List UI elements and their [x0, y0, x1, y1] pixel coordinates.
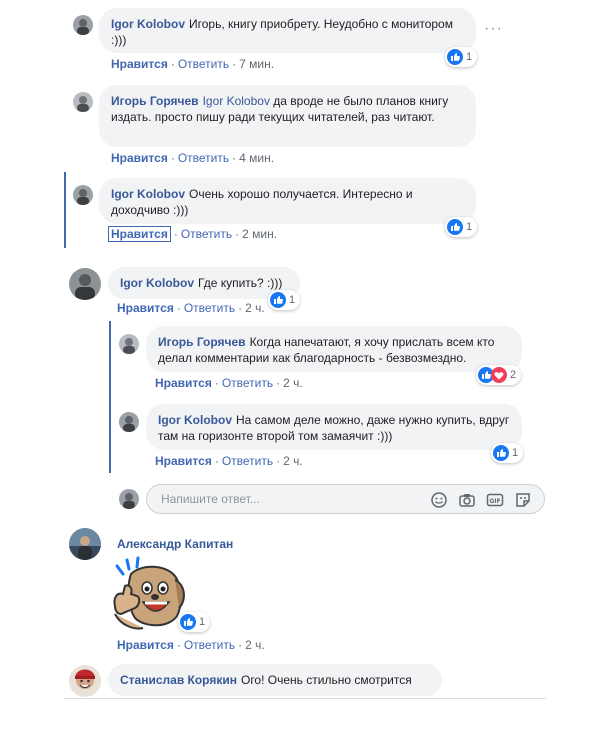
reply-link[interactable]: Ответить	[181, 227, 232, 241]
like-reaction-icon	[447, 49, 463, 65]
comment-text: Ого! Очень стильно смотрится	[240, 673, 412, 687]
like-reaction-icon	[493, 445, 509, 461]
comment-author[interactable]: Igor Kolobov	[120, 276, 194, 290]
reply-link[interactable]: Ответить	[184, 638, 235, 652]
gif-icon[interactable]: GIF	[486, 491, 504, 509]
reply-actions: Нравится · Ответить · 2 ч.	[155, 376, 303, 390]
avatar-igor-kolobov[interactable]	[69, 268, 101, 300]
more-options-icon[interactable]: ···	[484, 20, 503, 38]
comment-author[interactable]: Александр Капитан	[117, 537, 233, 551]
svg-text:GIF: GIF	[489, 498, 500, 505]
reply-link[interactable]: Ответить	[222, 376, 273, 390]
reaction-count-text: 1	[466, 51, 473, 63]
camera-icon[interactable]	[458, 491, 476, 509]
comment-author[interactable]: Станислав Корякин	[120, 673, 237, 687]
like-reaction-icon	[270, 292, 286, 308]
reply-bubble: Igor Kolobov На самом деле можно, даже ну…	[146, 404, 522, 450]
reaction-count-text: 1	[512, 447, 519, 459]
reply-link[interactable]: Ответить	[184, 301, 235, 315]
reply-time[interactable]: 2 ч.	[283, 376, 303, 390]
avatar-aleksandr-kapitan[interactable]	[69, 528, 101, 560]
reply-input-box: GIF	[146, 484, 545, 514]
like-link[interactable]: Нравится	[155, 376, 212, 390]
like-link[interactable]: Нравится	[117, 638, 174, 652]
avatar-igor-goryachev[interactable]	[119, 334, 139, 354]
like-link[interactable]: Нравится	[111, 57, 168, 71]
reaction-count-text: 1	[289, 294, 296, 306]
reaction-count[interactable]: 1	[491, 443, 524, 463]
bottom-divider	[64, 698, 546, 699]
reply-link[interactable]: Ответить	[178, 151, 229, 165]
avatar-igor-kolobov[interactable]	[119, 412, 139, 432]
comment-actions: Нравится · Ответить · 7 мин.	[111, 57, 275, 71]
reply-author[interactable]: Игорь Горячев	[158, 335, 246, 349]
reply-link[interactable]: Ответить	[222, 454, 273, 468]
comment-author[interactable]: Igor Kolobov	[111, 17, 185, 31]
comment-time[interactable]: 2 мин.	[242, 227, 277, 241]
reply-actions: Нравится · Ответить · 2 ч.	[155, 454, 303, 468]
sticker-icon[interactable]	[514, 491, 532, 509]
avatar-igor-goryachev[interactable]	[73, 92, 93, 112]
like-link[interactable]: Нравится	[155, 454, 212, 468]
comment-time[interactable]: 2 ч.	[245, 638, 265, 652]
reply-time[interactable]: 2 ч.	[283, 454, 303, 468]
like-reaction-icon	[180, 614, 196, 630]
comment-bubble: Igor Kolobov Игорь, книгу приобрету. Неуд…	[99, 8, 476, 53]
avatar-igor-kolobov[interactable]	[73, 185, 93, 205]
like-link[interactable]: Нравится	[117, 301, 174, 315]
avatar-igor-kolobov[interactable]	[73, 15, 93, 35]
comment-time[interactable]: 2 ч.	[245, 301, 265, 315]
like-reaction-icon	[447, 219, 463, 235]
like-link[interactable]: Нравится	[111, 151, 168, 165]
comment-author[interactable]: Игорь Горячев	[111, 94, 199, 108]
reaction-count-text: 2	[510, 369, 517, 381]
current-user-avatar	[119, 489, 139, 509]
reply-link[interactable]: Ответить	[178, 57, 229, 71]
reaction-count[interactable]: 2	[476, 365, 522, 385]
thumbs-up-sticker	[107, 556, 189, 632]
comment-actions: Нравится · Ответить · 2 мин.	[108, 226, 277, 242]
comment-bubble: Станислав Корякин Ого! Очень стильно смот…	[108, 664, 442, 696]
comment-actions: Нравится · Ответить · 2 ч.	[117, 638, 265, 652]
emoji-icon[interactable]	[430, 491, 448, 509]
comment-author[interactable]: Igor Kolobov	[111, 187, 185, 201]
comment-time[interactable]: 7 мин.	[239, 57, 274, 71]
reaction-count-text: 1	[466, 221, 473, 233]
like-link[interactable]: Нравится	[108, 226, 171, 242]
avatar-stanislav-koryakin[interactable]	[69, 665, 101, 697]
reaction-count[interactable]: 1	[268, 290, 301, 310]
love-reaction-icon	[491, 367, 507, 383]
comment-bubble: Igor Kolobov Очень хорошо получается. Инт…	[99, 178, 476, 224]
comment-actions: Нравится · Ответить · 2 ч.	[117, 301, 265, 315]
comment-time[interactable]: 4 мин.	[239, 151, 274, 165]
reaction-count-text: 1	[199, 616, 206, 628]
reply-thread-line	[109, 321, 111, 473]
reaction-count[interactable]: 1	[445, 47, 478, 67]
comment-text: Где купить? :)))	[198, 276, 283, 290]
highlight-bar	[64, 172, 66, 248]
reply-bubble: Игорь Горячев Когда напечатают, я хочу пр…	[146, 326, 522, 372]
reply-author[interactable]: Igor Kolobov	[158, 413, 232, 427]
comment-actions: Нравится · Ответить · 4 мин.	[111, 151, 275, 165]
reply-input[interactable]	[159, 485, 419, 513]
comment-bubble: Игорь Горячев Igor Kolobov да вроде не бы…	[99, 85, 476, 147]
mention-link[interactable]: Igor Kolobov	[203, 94, 270, 108]
reaction-count[interactable]: 1	[178, 612, 211, 632]
reaction-count[interactable]: 1	[445, 217, 478, 237]
